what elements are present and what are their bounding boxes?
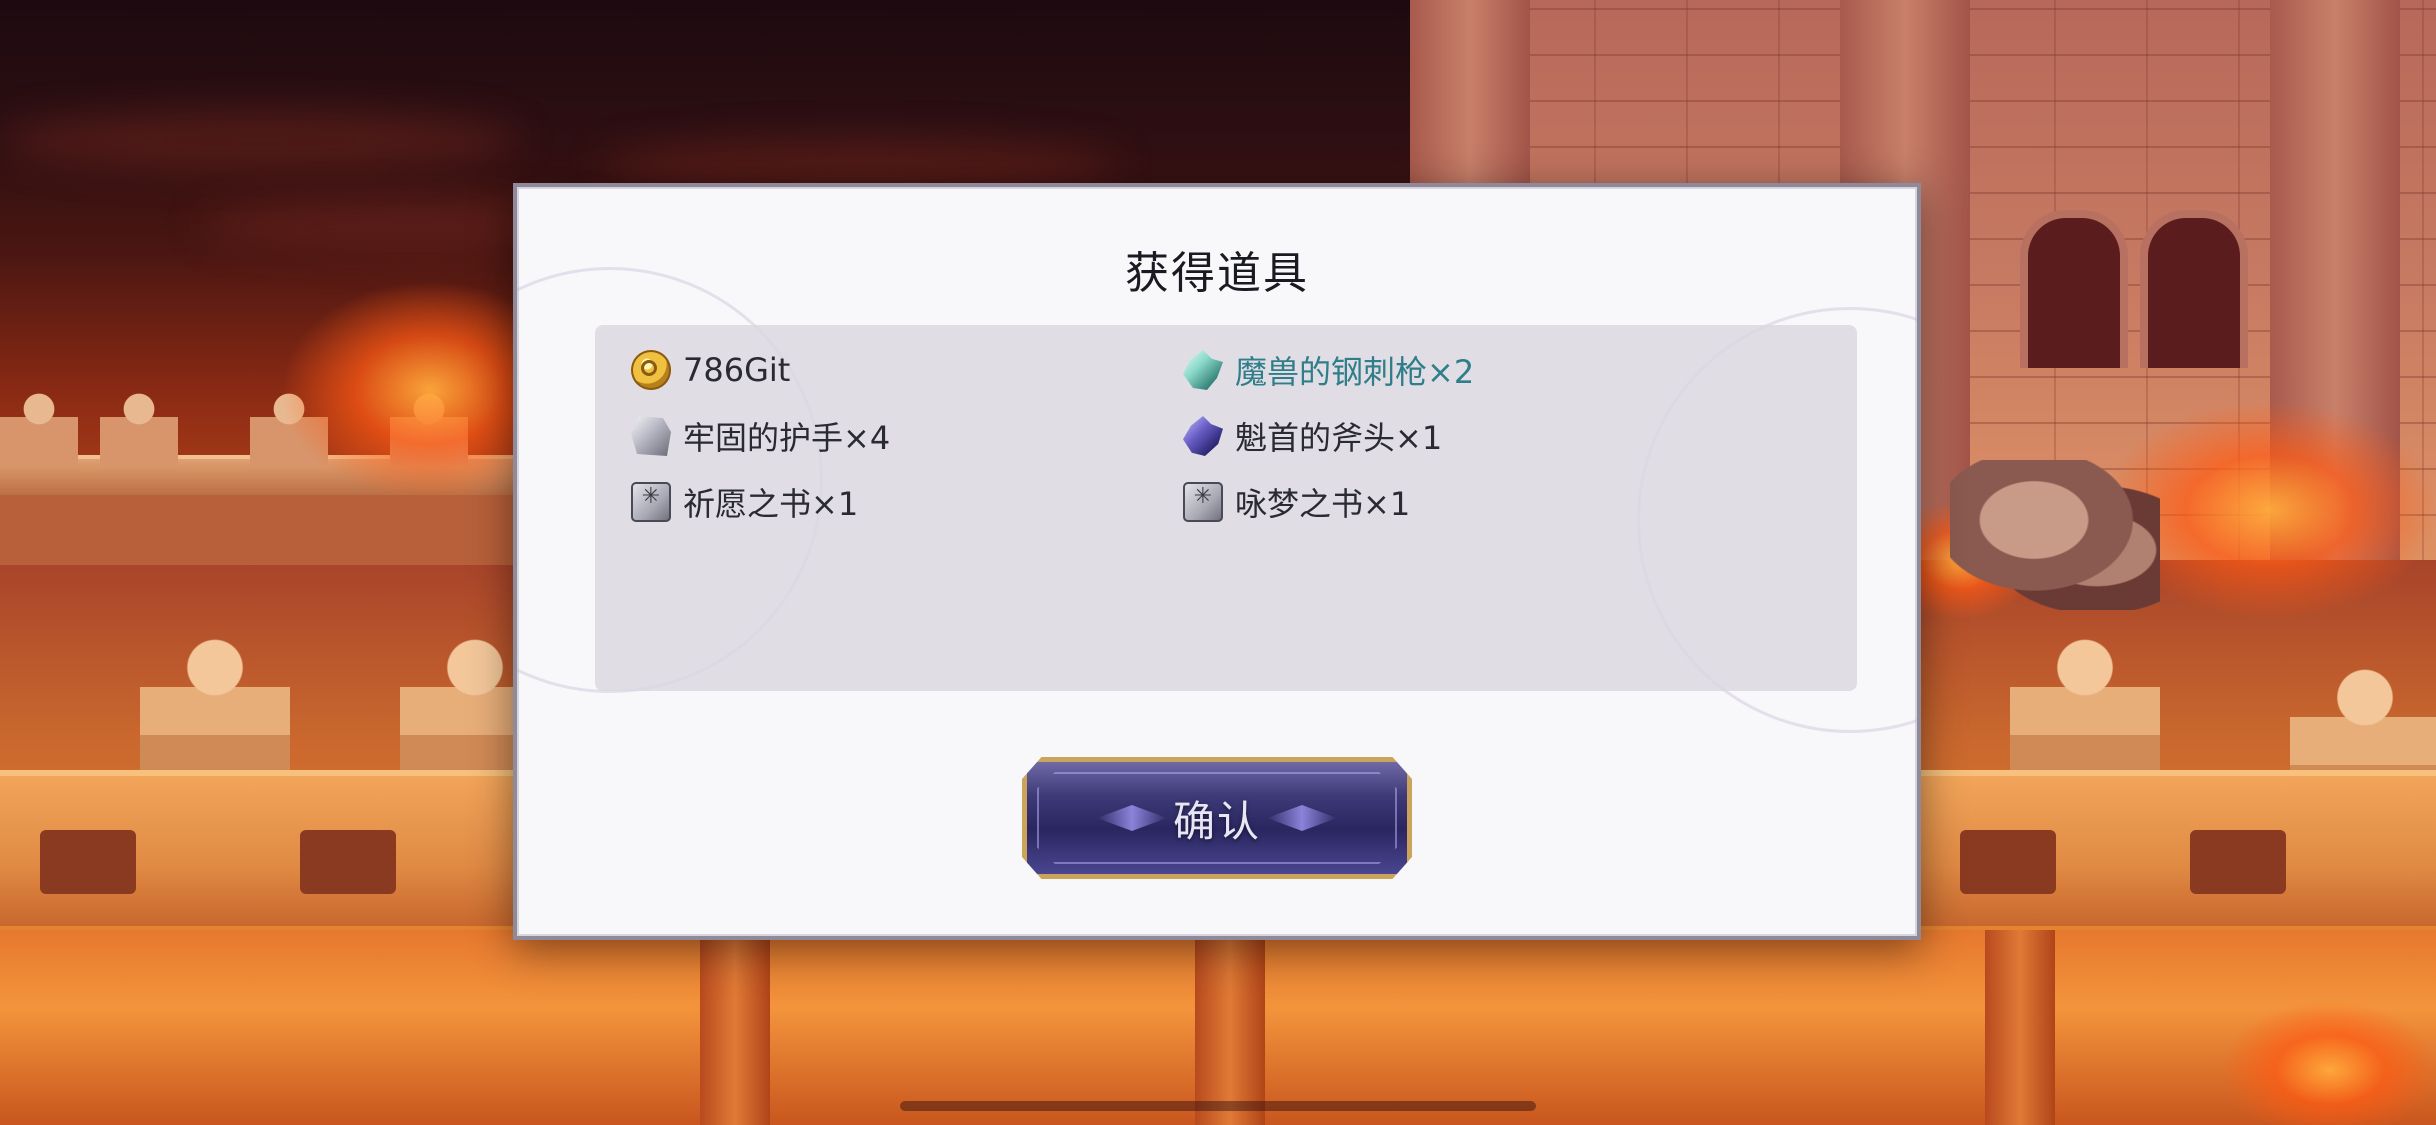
upper-balustrade-base: [0, 495, 520, 565]
rubble-rocks: [1950, 460, 2160, 610]
list-item-dream-book: 咏梦之书×1: [1183, 477, 1410, 527]
wooden-post: [1985, 930, 2055, 1125]
dialog-title: 获得道具: [1125, 248, 1309, 299]
wooden-post: [700, 930, 770, 1125]
arched-window: [2020, 210, 2128, 368]
balustrade-finial: [140, 630, 290, 780]
wall-opening: [1960, 830, 2056, 894]
balustrade-finial: [2010, 630, 2160, 780]
item-label: 牢固的护手×4: [683, 419, 891, 457]
axe-head-crystal-icon: [1183, 416, 1223, 456]
confirm-button-label: 确认: [1172, 796, 1261, 846]
book-icon: [631, 482, 671, 522]
item-label: 咏梦之书×1: [1235, 485, 1411, 523]
list-item-prayer-book: 祈愿之书×1: [631, 477, 858, 527]
list-item-steel-spear: 魔兽的钢刺枪×2: [1183, 345, 1474, 395]
wall-opening: [2190, 830, 2286, 894]
gauntlet-icon: [631, 416, 671, 456]
wall-opening: [300, 830, 396, 894]
confirm-button[interactable]: 确认: [1022, 757, 1412, 879]
book-icon: [1183, 482, 1223, 522]
item-label: 魁首的斧头×1: [1235, 419, 1443, 457]
smoke-cloud: [0, 110, 520, 170]
list-item-git: 786Git: [631, 345, 790, 395]
item-label: 魔兽的钢刺枪×2: [1235, 353, 1475, 391]
item-label: 786Git: [683, 351, 791, 389]
home-indicator-bar[interactable]: [900, 1101, 1536, 1111]
list-item-gauntlet: 牢固的护手×4: [631, 411, 890, 461]
item-list-panel: 786Git 牢固的护手×4 祈愿之书×1 魔兽的钢刺枪×2 魁首的斧头×1 咏…: [595, 325, 1857, 691]
list-item-axe-head: 魁首的斧头×1: [1183, 411, 1442, 461]
coin-icon: [631, 350, 671, 390]
button-ornament-left: [1097, 805, 1167, 831]
item-label: 祈愿之书×1: [683, 485, 859, 523]
steel-spear-crystal-icon: [1183, 350, 1223, 390]
balustrade-finial: [100, 385, 178, 465]
wall-opening: [40, 830, 136, 894]
button-ornament-right: [1267, 805, 1337, 831]
balustrade-finial: [0, 385, 78, 465]
item-reward-dialog: 获得道具 786Git 牢固的护手×4 祈愿之书×1 魔兽的钢刺枪×2 魁首的斧…: [513, 183, 1921, 940]
wooden-post: [1195, 930, 1265, 1125]
arched-window: [2140, 210, 2248, 368]
